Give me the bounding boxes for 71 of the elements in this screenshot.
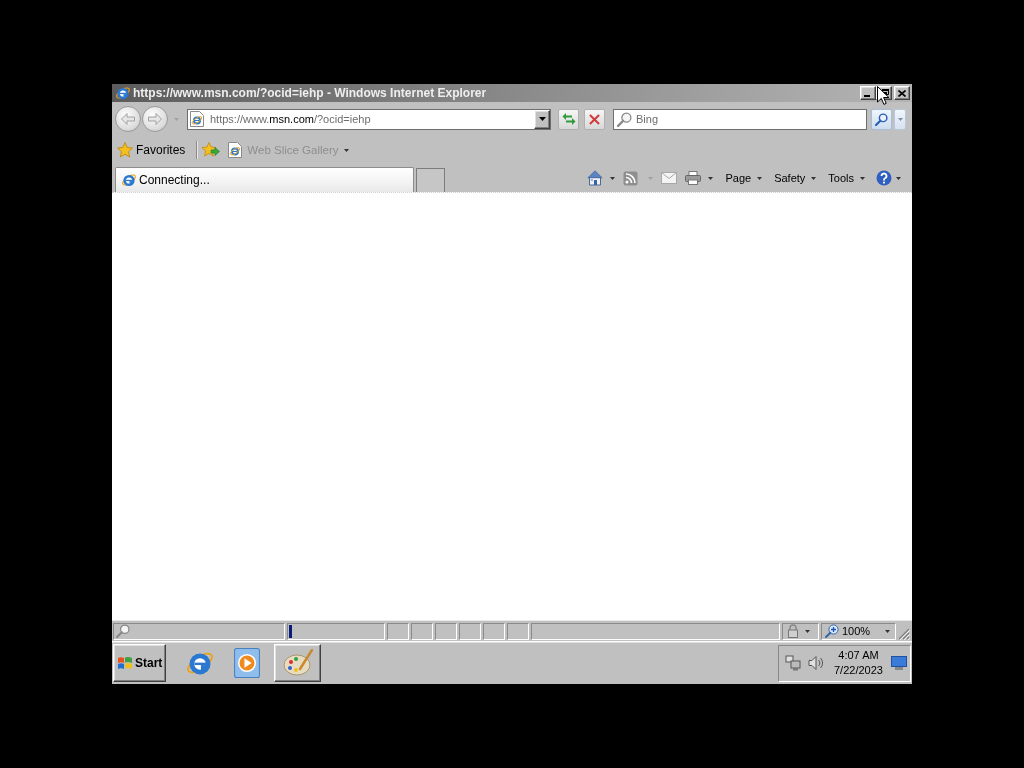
- caret-icon: [885, 629, 890, 633]
- clock-time: 4:07 AM: [838, 648, 879, 663]
- play-tile-icon[interactable]: [234, 648, 260, 678]
- printer-icon: [685, 171, 702, 185]
- feeds-button[interactable]: [623, 170, 639, 186]
- browser-tab[interactable]: Connecting...: [115, 167, 414, 192]
- address-field[interactable]: https://www.msn.com/?ocid=iehp: [187, 108, 551, 130]
- status-bar-pane: [459, 622, 481, 640]
- resize-grip-icon[interactable]: [898, 628, 910, 640]
- caret-icon[interactable]: [610, 176, 616, 180]
- envelope-icon: [661, 172, 678, 184]
- status-bar-pane: [507, 622, 529, 640]
- print-button[interactable]: [685, 171, 702, 185]
- ie-page-icon: [228, 142, 243, 158]
- address-dropdown-button[interactable]: [534, 109, 550, 129]
- search-field[interactable]: Bing: [613, 108, 867, 130]
- house-icon: [587, 170, 604, 186]
- star-arrow-icon[interactable]: [202, 142, 221, 158]
- stop-button[interactable]: [584, 108, 605, 130]
- command-menu[interactable]: Tools: [828, 172, 865, 184]
- back-button[interactable]: [115, 106, 141, 132]
- window-title: https://www.msn.com/?ocid=iehp - Windows Internet Explorer: [133, 86, 487, 100]
- status-bar-pane: [387, 622, 409, 640]
- home-button[interactable]: [587, 170, 604, 186]
- caret-icon: [896, 176, 901, 180]
- search-icon: [617, 111, 632, 127]
- caret-icon: [860, 176, 865, 180]
- start-button[interactable]: Start: [113, 644, 166, 682]
- speaker-icon[interactable]: [808, 655, 824, 671]
- zoom-in-icon: [825, 624, 839, 638]
- palette-icon: [282, 649, 313, 677]
- network-icon[interactable]: [785, 655, 801, 671]
- refresh-icon: [561, 112, 576, 126]
- rss-icon: [623, 170, 639, 186]
- caret-icon: [811, 176, 817, 180]
- forward-button[interactable]: [142, 106, 168, 132]
- status-bar-pane: [483, 622, 505, 640]
- protected-mode-button[interactable]: [782, 622, 819, 640]
- refresh-button[interactable]: [558, 108, 579, 130]
- help-icon: [876, 170, 892, 186]
- zoom-button[interactable]: 100%: [821, 622, 896, 640]
- caret-icon[interactable]: [708, 176, 714, 180]
- new-tab-button[interactable]: [416, 168, 445, 192]
- search-icon: [875, 112, 888, 126]
- help-button[interactable]: [876, 170, 901, 186]
- paint-taskbar-button[interactable]: [274, 644, 321, 682]
- windows-flag-icon: [117, 656, 133, 670]
- x-mark-icon: [589, 113, 600, 125]
- command-menu[interactable]: Page: [725, 172, 763, 184]
- command-menu[interactable]: Safety: [774, 172, 817, 184]
- caret-icon: [343, 148, 349, 152]
- status-bar-pane: [411, 622, 433, 640]
- caret-icon: [805, 629, 810, 633]
- padlock-icon: [786, 624, 800, 638]
- status-bar-pane: [435, 622, 457, 640]
- caret-icon: [757, 176, 763, 180]
- clock-date: 7/22/2023: [834, 663, 883, 678]
- caret-icon: [538, 117, 546, 121]
- star-icon: [117, 142, 133, 158]
- search-button[interactable]: [871, 108, 892, 130]
- close-icon: [898, 89, 906, 97]
- ie-page-icon: [190, 111, 204, 127]
- caret-icon: [897, 117, 903, 121]
- ie-logo-icon: [121, 172, 137, 188]
- monitor-icon[interactable]: [891, 656, 907, 670]
- arrow-right-icon: [148, 113, 162, 125]
- arrow-left-icon: [121, 113, 135, 125]
- ie-logo-icon: [115, 85, 131, 101]
- favorites-button[interactable]: Favorites: [117, 142, 186, 158]
- minimize-icon: [864, 94, 870, 97]
- mouse-pointer-icon: [877, 86, 889, 105]
